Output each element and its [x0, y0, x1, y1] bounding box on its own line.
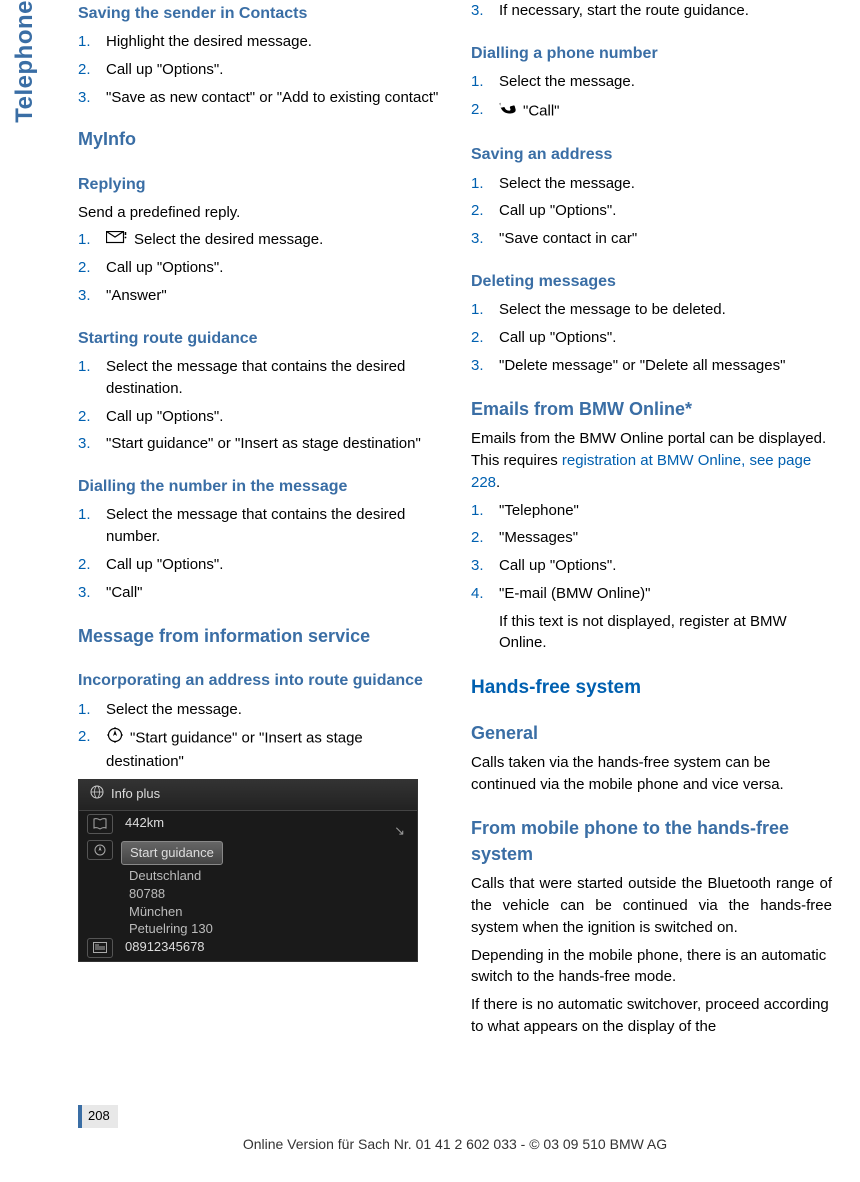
- list-saving-sender: Highlight the desired message. Call up "…: [78, 31, 439, 108]
- list-continued: If necessary, start the route guidance.: [471, 0, 832, 22]
- heading-from-mobile: From mobile phone to the hands-free syst…: [471, 815, 832, 867]
- side-tab-telephone: Telephone: [8, 0, 43, 123]
- replying-intro: Send a predefined reply.: [78, 202, 439, 224]
- list-item: "Call": [78, 582, 439, 604]
- list-item: Call up "Options".: [78, 59, 439, 81]
- heading-replying: Replying: [78, 173, 439, 196]
- page-number: 208: [78, 1105, 118, 1128]
- ss-street: Petuelring 130: [79, 920, 417, 938]
- heading-hands-free: Hands-free system: [471, 674, 832, 702]
- ss-title: Info plus: [111, 785, 160, 804]
- list-item: "Telephone": [471, 500, 832, 522]
- emails-note: If this text is not displayed, register …: [471, 611, 832, 655]
- list-delmsg: Select the message to be deleted. Call u…: [471, 299, 832, 376]
- ss-header: Info plus: [79, 780, 417, 811]
- list-item: Highlight the desired message.: [78, 31, 439, 53]
- frommobile-p2: Depending in the mobile phone, there is …: [471, 945, 832, 989]
- emails-intro-period: .: [496, 474, 500, 491]
- heading-info-service: Message from information service: [78, 623, 439, 649]
- list-item: "Answer": [78, 285, 439, 307]
- list-route: Select the message that contains the des…: [78, 356, 439, 455]
- list-saveaddr: Select the message. Call up "Options". "…: [471, 173, 832, 250]
- list-text: "Start guidance" or "Insert as stage des…: [106, 730, 363, 770]
- page-body: Saving the sender in Contacts Highlight …: [0, 0, 860, 1044]
- list-item: "Messages": [471, 527, 832, 549]
- list-item: "Save as new contact" or "Add to existin…: [78, 87, 439, 109]
- phone-icon: [499, 99, 517, 124]
- list-item: "Start guidance" or "Insert as stage des…: [78, 433, 439, 455]
- emails-intro: Emails from the BMW Online portal can be…: [471, 428, 832, 493]
- right-column: If necessary, start the route guidance. …: [471, 0, 832, 1044]
- heading-saving-sender: Saving the sender in Contacts: [78, 2, 439, 25]
- heading-incorporate-address: Incorporating an address into route guid…: [78, 669, 439, 692]
- ss-row-distance: 442km: [79, 811, 417, 837]
- heading-dial-number: Dialling the number in the message: [78, 475, 439, 498]
- list-item: Select the message.: [78, 699, 439, 721]
- list-item: Select the message that contains the des…: [78, 356, 439, 400]
- footer-text: Online Version für Sach Nr. 01 41 2 602 …: [78, 1134, 832, 1154]
- list-item: Call up "Options".: [78, 406, 439, 428]
- list-item: "Save contact in car": [471, 228, 832, 250]
- list-item: "Start guidance" or "Insert as stage des…: [78, 726, 439, 773]
- frommobile-p3: If there is no automatic switchover, pro…: [471, 994, 832, 1038]
- ss-phone: 08912345678: [125, 938, 205, 957]
- card-icon: [87, 938, 113, 958]
- list-item: Call up "Options".: [471, 327, 832, 349]
- general-text: Calls taken via the hands-free system ca…: [471, 752, 832, 796]
- heading-starting-route: Starting route guidance: [78, 327, 439, 350]
- heading-general: General: [471, 720, 832, 746]
- list-item: Select the desired message.: [78, 229, 439, 251]
- ss-country: Deutschland: [79, 867, 417, 885]
- heading-myinfo: MyInfo: [78, 126, 439, 152]
- list-text: "Call": [523, 102, 560, 119]
- message-icon: [106, 230, 128, 252]
- list-item: Call up "Options".: [78, 257, 439, 279]
- heading-deleting-messages: Deleting messages: [471, 270, 832, 293]
- list-text: Select the desired message.: [134, 231, 323, 248]
- list-item: If necessary, start the route guidance.: [471, 0, 832, 22]
- compass-icon: [87, 840, 113, 860]
- book-icon: [87, 814, 113, 834]
- list-replying: Select the desired message. Call up "Opt…: [78, 229, 439, 306]
- list-item: Select the message.: [471, 71, 832, 93]
- frommobile-p1: Calls that were started outside the Blue…: [471, 873, 832, 938]
- list-item: Call up "Options".: [78, 554, 439, 576]
- nav-icon: [106, 726, 124, 751]
- idrive-screenshot: Info plus ↘ 442km Start guidance Deutsch…: [78, 779, 418, 962]
- list-item: Select the message to be deleted.: [471, 299, 832, 321]
- ss-zip: 80788: [79, 885, 417, 903]
- list-item: Select the message that contains the des…: [78, 504, 439, 548]
- ss-row-nav: [79, 837, 417, 863]
- ss-city: München: [79, 903, 417, 921]
- list-item: Select the message.: [471, 173, 832, 195]
- page-footer: 208 Online Version für Sach Nr. 01 41 2 …: [78, 1105, 832, 1154]
- list-dialnum: Select the message that contains the des…: [78, 504, 439, 603]
- left-column: Saving the sender in Contacts Highlight …: [78, 0, 439, 1044]
- list-item: "Call": [471, 99, 832, 124]
- heading-dial-phone: Dialling a phone number: [471, 42, 832, 65]
- list-item: "E-mail (BMW Online)": [471, 583, 832, 605]
- heading-save-address: Saving an address: [471, 143, 832, 166]
- list-emails: "Telephone" "Messages" Call up "Options"…: [471, 500, 832, 605]
- heading-emails-bmw: Emails from BMW Online*: [471, 396, 832, 422]
- list-item: Call up "Options".: [471, 555, 832, 577]
- ss-distance: 442km: [125, 814, 164, 833]
- globe-icon: [89, 784, 105, 806]
- list-incorporate: Select the message. "Start guidance" or …: [78, 699, 439, 773]
- list-item: "Delete message" or "Delete all messages…: [471, 355, 832, 377]
- ss-row-phone: 08912345678: [79, 938, 417, 961]
- list-dialphone: Select the message. "Call": [471, 71, 832, 124]
- list-item: Call up "Options".: [471, 200, 832, 222]
